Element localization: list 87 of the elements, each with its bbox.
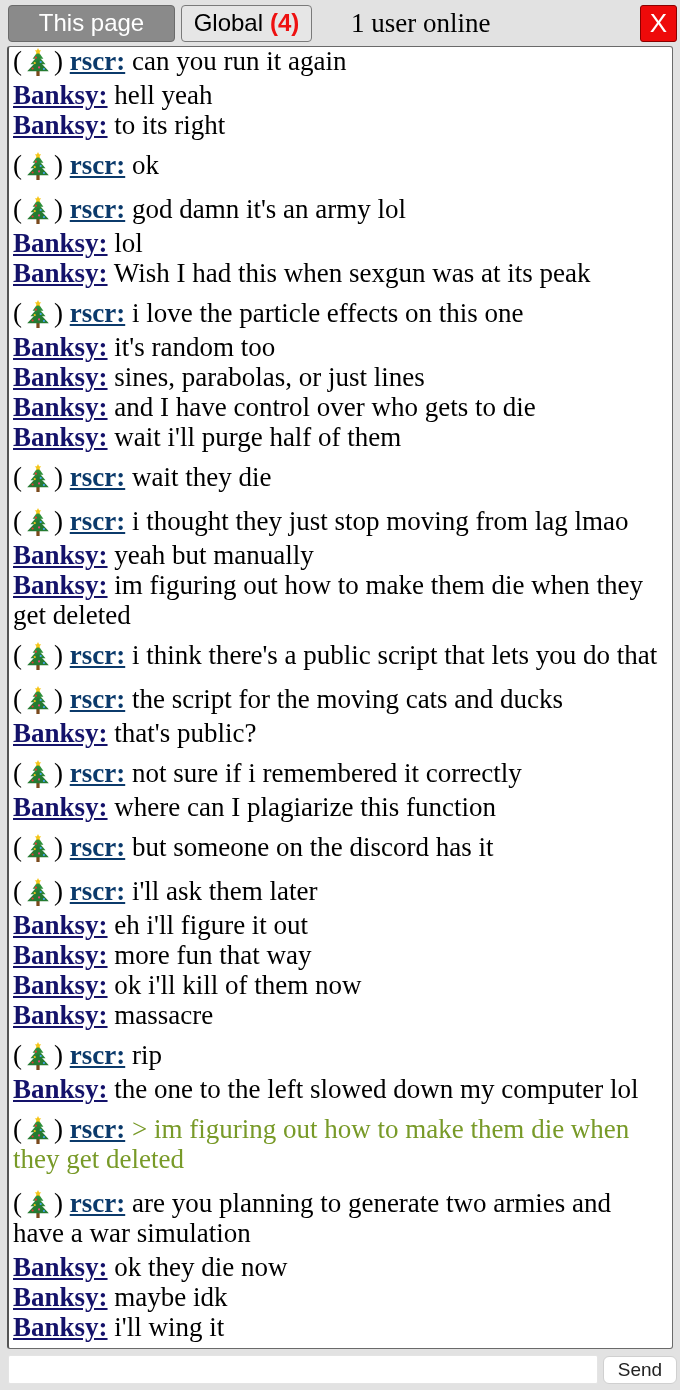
chat-message: Banksy: sines, parabolas, or just lines: [13, 362, 426, 392]
username-link[interactable]: rscr:: [69, 832, 126, 862]
unread-count: (4): [270, 9, 300, 37]
chat-message: Banksy: maybe idk: [13, 1282, 229, 1312]
username-link[interactable]: Banksy:: [13, 570, 108, 600]
christmas-tree-icon: [27, 196, 49, 224]
christmas-tree-icon: [27, 1042, 49, 1070]
username-link[interactable]: rscr:: [69, 506, 126, 536]
username-link[interactable]: Banksy:: [13, 422, 108, 452]
christmas-tree-icon: [27, 300, 49, 328]
christmas-tree-icon: [27, 834, 49, 862]
chat-message: ( ) rscr: i love the particle effects on this one: [13, 298, 525, 328]
username-link[interactable]: Banksy:: [13, 792, 108, 822]
chat-message: Banksy: massacre: [13, 1000, 215, 1030]
username-link[interactable]: rscr:: [69, 1114, 126, 1144]
chat-message: Banksy: where can I plagiarize this function: [13, 792, 497, 822]
chat-message: ( ) rscr: can you run it again: [13, 47, 348, 76]
username-link[interactable]: Banksy:: [13, 718, 108, 748]
chat-message: ( ) rscr: rip: [13, 1040, 163, 1070]
chat-message: ( ) rscr: wait they die: [13, 462, 273, 492]
username-link[interactable]: rscr:: [69, 462, 126, 492]
username-link[interactable]: Banksy:: [13, 392, 108, 422]
christmas-tree-icon: [27, 686, 49, 714]
chat-message: Banksy: ok i'll kill of them now: [13, 970, 363, 1000]
chat-message: ( ) rscr: i think there's a public script that lets you do that: [13, 640, 659, 670]
christmas-tree-icon: [27, 464, 49, 492]
chat-message: Banksy: the one to the left slowed down my computer lol: [13, 1074, 640, 1104]
chat-message: ( ) rscr: not sure if i remembered it correctly: [13, 758, 523, 788]
username-link[interactable]: rscr:: [69, 758, 126, 788]
christmas-tree-icon: [27, 642, 49, 670]
chat-message: ( ) rscr: > im figuring out how to make them die when they get deleted: [13, 1114, 631, 1174]
username-link[interactable]: rscr:: [69, 1188, 126, 1218]
chat-message: ( ) rscr: god damn it's an army lol: [13, 194, 408, 224]
username-link[interactable]: Banksy:: [13, 228, 108, 258]
chat-message: Banksy: wait i'll purge half of them: [13, 422, 403, 452]
username-link[interactable]: Banksy:: [13, 1282, 108, 1312]
chat-message: Banksy: and I have control over who gets to die: [13, 392, 537, 422]
christmas-tree-icon: [27, 508, 49, 536]
chat-message: Banksy: im figuring out how to make them die when they get deleted: [13, 570, 644, 630]
christmas-tree-icon: [27, 878, 49, 906]
send-button[interactable]: Send: [603, 1355, 677, 1384]
chat-message: Banksy: yeah but manually: [13, 540, 315, 570]
username-link[interactable]: Banksy:: [13, 910, 108, 940]
username-link[interactable]: Banksy:: [13, 1000, 108, 1030]
username-link[interactable]: Banksy:: [13, 1252, 108, 1282]
christmas-tree-icon: [27, 152, 49, 180]
chat-message: Banksy: eh i'll figure it out: [13, 910, 310, 940]
username-link[interactable]: rscr:: [69, 194, 126, 224]
online-status: 1 user online: [351, 8, 491, 38]
username-link[interactable]: rscr:: [69, 876, 126, 906]
username-link[interactable]: rscr:: [69, 47, 126, 76]
chat-message: Banksy: Wish I had this when sexgun was at its peak: [13, 258, 592, 288]
chat-message: ( ) rscr: i thought they just stop moving from lag lmao: [13, 506, 630, 536]
username-link[interactable]: Banksy:: [13, 110, 108, 140]
tab[interactable]: Global (4): [181, 4, 312, 42]
chat-message: Banksy: lol: [13, 228, 144, 258]
username-link[interactable]: rscr:: [69, 1040, 126, 1070]
chat-message: Banksy: i'll wing it: [13, 1312, 226, 1342]
username-link[interactable]: Banksy:: [13, 258, 108, 288]
close-button[interactable]: X: [640, 4, 677, 42]
username-link[interactable]: Banksy:: [13, 1312, 108, 1342]
username-link[interactable]: rscr:: [69, 684, 126, 714]
chat-message: Banksy: ok they die now: [13, 1252, 289, 1282]
christmas-tree-icon: [27, 1190, 49, 1218]
christmas-tree-icon: [27, 760, 49, 788]
chat-message: Banksy: more fun that way: [13, 940, 313, 970]
username-link[interactable]: rscr:: [69, 640, 126, 670]
christmas-tree-icon: [27, 1116, 49, 1144]
username-link[interactable]: rscr:: [69, 298, 126, 328]
message-input[interactable]: [8, 1355, 598, 1384]
chat-message: ( ) rscr: but someone on the discord has it: [13, 832, 495, 862]
username-link[interactable]: rscr:: [69, 150, 126, 180]
chat-message: Banksy: to its right: [13, 110, 227, 140]
chat-message: Banksy: it's random too: [13, 332, 277, 362]
username-link[interactable]: Banksy:: [13, 1074, 108, 1104]
username-link[interactable]: Banksy:: [13, 940, 108, 970]
chat-message: Banksy: hell yeah: [13, 80, 214, 110]
username-link[interactable]: Banksy:: [13, 332, 108, 362]
chat-message: Banksy: that's public?: [13, 718, 258, 748]
username-link[interactable]: Banksy:: [13, 362, 108, 392]
chat-message: ( ) rscr: ok: [13, 150, 160, 180]
chat-message: ( ) rscr: i'll ask them later: [13, 876, 319, 906]
chat-message: ( ) rscr: the script for the moving cats and ducks: [13, 684, 565, 714]
christmas-tree-icon: [27, 48, 49, 76]
username-link[interactable]: Banksy:: [13, 970, 108, 1000]
username-link[interactable]: Banksy:: [13, 540, 108, 570]
username-link[interactable]: Banksy:: [13, 80, 108, 110]
